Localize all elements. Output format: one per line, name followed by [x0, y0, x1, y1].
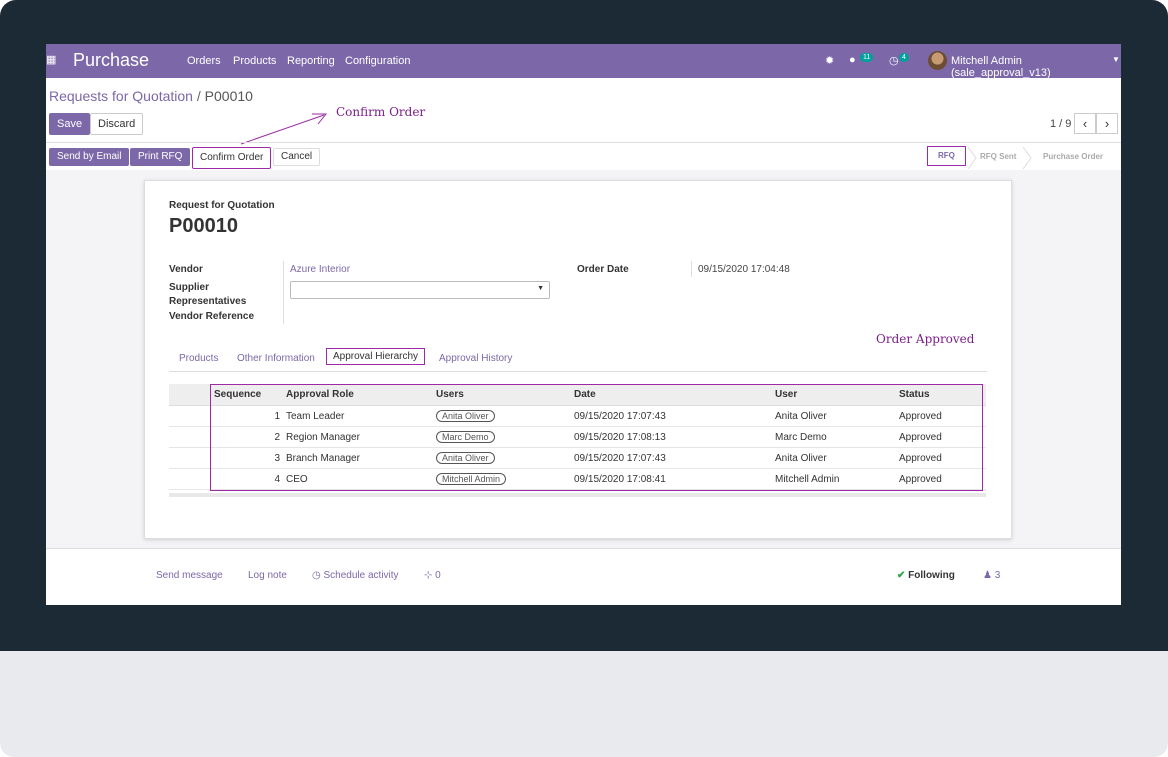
- pager-prev-icon[interactable]: ‹: [1074, 113, 1096, 134]
- breadcrumb-current: P00010: [204, 88, 253, 104]
- supplier-representatives-select[interactable]: ▼: [290, 281, 550, 299]
- annotation-order-approved: Order Approved: [876, 332, 975, 346]
- annotation-confirm-order: Confirm Order: [336, 105, 426, 119]
- breadcrumb-separator: /: [196, 88, 201, 104]
- order-date-field[interactable]: 09/15/2020 17:04:48: [698, 264, 790, 275]
- schedule-activity-label: Schedule activity: [323, 570, 399, 581]
- document-type-label: Request for Quotation: [169, 200, 275, 211]
- followers-button[interactable]: ♟ 3: [983, 570, 1000, 581]
- row-handle: [169, 405, 211, 427]
- breadcrumb: Requests for Quotation / P00010: [49, 88, 253, 104]
- vendor-reference-label: Vendor Reference: [169, 311, 255, 322]
- tabs-underline: [169, 371, 987, 372]
- document-name: P00010: [169, 215, 238, 237]
- schedule-activity-button[interactable]: ◷ Schedule activity: [312, 570, 399, 581]
- tab-approval-history[interactable]: Approval History: [439, 353, 512, 364]
- pager-next-icon[interactable]: ›: [1096, 113, 1118, 134]
- messages-badge: 11: [860, 53, 874, 62]
- debug-bug-icon[interactable]: ✹: [825, 54, 834, 67]
- person-icon: ♟: [983, 570, 992, 581]
- breadcrumb-parent-link[interactable]: Requests for Quotation: [49, 88, 193, 104]
- followers-count: 3: [994, 570, 1001, 581]
- supplier-representatives-label-line2: Representatives: [169, 296, 247, 307]
- following-button[interactable]: ✔ Following: [897, 570, 955, 581]
- activities-badge: 4: [899, 53, 909, 62]
- chevron-down-icon[interactable]: ▼: [1112, 55, 1120, 64]
- paperclip-icon: ⊹: [424, 570, 433, 581]
- tab-products[interactable]: Products: [179, 353, 218, 364]
- tab-other-information[interactable]: Other Information: [237, 353, 315, 364]
- user-menu-name[interactable]: Mitchell Admin (sale_approval_v13): [951, 55, 1121, 79]
- confirm-order-button[interactable]: Confirm Order: [192, 147, 272, 169]
- status-chevrons: [967, 146, 1032, 170]
- log-note-button[interactable]: Log note: [248, 570, 287, 581]
- app-title[interactable]: Purchase: [73, 50, 149, 71]
- row-handle-header: [169, 384, 211, 406]
- vendor-field[interactable]: Azure Interior: [290, 264, 350, 275]
- form-sheet: Request for Quotation P00010 Vendor Supp…: [144, 180, 1012, 539]
- menu-orders[interactable]: Orders: [187, 55, 221, 67]
- messages-icon[interactable]: ●: [849, 54, 856, 66]
- row-handle: [169, 468, 211, 490]
- menu-reporting[interactable]: Reporting: [287, 55, 335, 67]
- order-date-separator: [691, 261, 692, 277]
- dropdown-caret-icon: ▼: [537, 285, 544, 292]
- send-by-email-button[interactable]: Send by Email: [49, 148, 130, 166]
- supplier-representatives-label-line1: Supplier: [169, 282, 210, 293]
- table-footer: [169, 493, 986, 497]
- save-button[interactable]: Save: [49, 113, 91, 135]
- status-step-purchase-order[interactable]: Purchase Order: [1043, 147, 1103, 167]
- approval-table-highlight: [210, 384, 983, 491]
- field-separator: [283, 261, 284, 324]
- menu-products[interactable]: Products: [233, 55, 276, 67]
- row-handle: [169, 426, 211, 448]
- print-rfq-button[interactable]: Print RFQ: [130, 148, 191, 166]
- following-label: Following: [908, 570, 955, 581]
- apps-grid-icon[interactable]: ▦: [46, 55, 56, 66]
- order-date-label: Order Date: [577, 264, 629, 275]
- vendor-label: Vendor: [169, 264, 203, 275]
- chatter: Send message Log note ◷ Schedule activit…: [46, 548, 1121, 605]
- statusbar-top-line: [46, 142, 1121, 143]
- attachments-count: 0: [435, 570, 441, 581]
- menu-configuration[interactable]: Configuration: [345, 55, 410, 67]
- attachments-button[interactable]: ⊹ 0: [424, 570, 441, 581]
- top-navbar: ▦ Purchase Orders Products Reporting Con…: [46, 44, 1121, 79]
- discard-button[interactable]: Discard: [90, 113, 144, 135]
- tab-approval-hierarchy[interactable]: Approval Hierarchy: [326, 348, 426, 365]
- check-icon: ✔: [897, 570, 906, 581]
- clock-icon: ◷: [312, 570, 321, 581]
- pager-value[interactable]: 1 / 9: [1050, 118, 1071, 130]
- cancel-button[interactable]: Cancel: [273, 148, 321, 166]
- app-screen: ▦ Purchase Orders Products Reporting Con…: [46, 44, 1121, 605]
- status-step-rfq[interactable]: RFQ: [927, 146, 966, 166]
- send-message-button[interactable]: Send message: [156, 570, 223, 581]
- user-avatar[interactable]: [928, 51, 947, 70]
- monitor-stand: [0, 651, 1168, 757]
- activities-clock-icon[interactable]: ◷: [889, 54, 899, 67]
- row-handle: [169, 447, 211, 469]
